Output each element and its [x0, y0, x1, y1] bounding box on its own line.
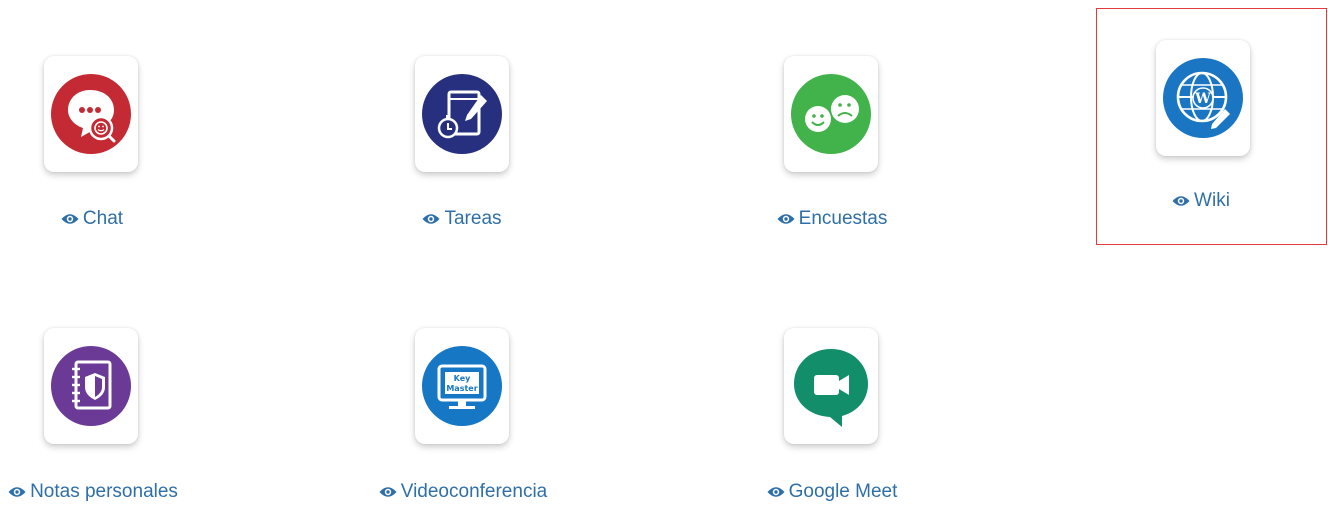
wiki-icon: W — [1163, 58, 1243, 138]
chat-icon — [51, 74, 131, 154]
svg-text:W: W — [1194, 91, 1211, 107]
tool-link-tareas[interactable]: Tareas — [416, 206, 508, 232]
tool-tile-chat[interactable] — [44, 56, 138, 172]
tool-label: Notas personales — [30, 481, 178, 502]
tool-link-wiki[interactable]: Wiki — [1170, 188, 1232, 214]
tool-label: Chat — [82, 208, 124, 229]
tool-label: Tareas — [444, 208, 502, 229]
tool-link-notas-personales[interactable]: Notas personales — [8, 479, 178, 505]
tool-tile-notas-personales[interactable] — [44, 328, 138, 444]
tool-label: Encuestas — [798, 208, 888, 229]
tasks-icon — [422, 74, 502, 154]
eye-icon — [777, 213, 795, 225]
tool-link-chat[interactable]: Chat — [54, 206, 130, 232]
eye-icon — [767, 486, 785, 498]
surveys-icon — [791, 74, 871, 154]
tool-tile-videoconferencia[interactable]: Key Master — [415, 328, 509, 444]
google-meet-icon — [794, 349, 868, 427]
svg-text:Master: Master — [446, 384, 477, 393]
tool-link-google-meet[interactable]: Google Meet — [765, 479, 899, 505]
eye-icon — [1172, 195, 1190, 207]
eye-icon — [379, 486, 397, 498]
tool-link-videoconferencia[interactable]: Videoconferencia — [378, 479, 548, 505]
eye-icon — [422, 213, 440, 225]
tool-tile-tareas[interactable] — [415, 56, 509, 172]
tool-label: Wiki — [1194, 190, 1230, 211]
svg-text:Key: Key — [454, 374, 471, 383]
tool-label: Videoconferencia — [400, 481, 548, 502]
tool-tile-google-meet[interactable] — [784, 328, 878, 444]
notes-icon — [51, 346, 131, 426]
eye-icon — [8, 486, 26, 498]
videoconference-icon: Key Master — [422, 346, 502, 426]
tool-tile-encuestas[interactable] — [784, 56, 878, 172]
tool-tile-wiki[interactable]: W — [1156, 40, 1250, 156]
eye-icon — [61, 213, 79, 225]
tool-link-encuestas[interactable]: Encuestas — [777, 206, 887, 232]
tool-label: Google Meet — [788, 481, 898, 502]
